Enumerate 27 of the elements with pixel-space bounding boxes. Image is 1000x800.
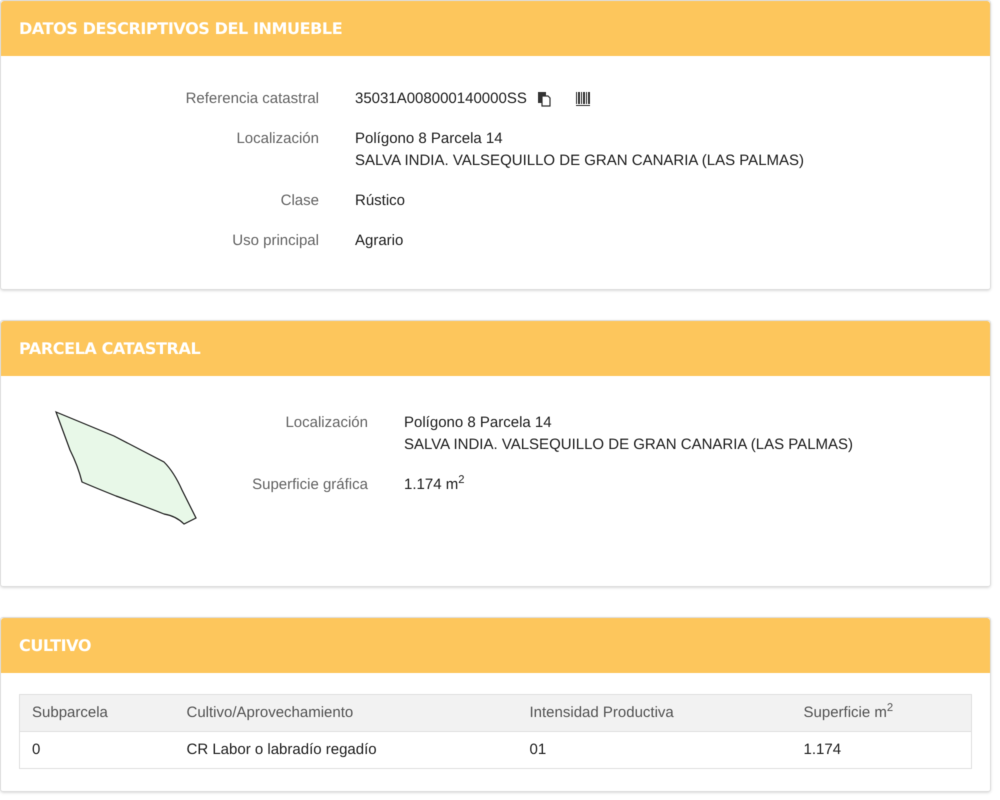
field-value: SALVA INDIA. VALSEQUILLO DE GRAN CANARIA (LAS PALMAS) <box>404 435 854 455</box>
field-label: Superficie gráfica <box>251 475 368 495</box>
field-label: Referencia catastral <box>184 89 319 109</box>
panel-title: CULTIVO <box>19 634 92 656</box>
field-label: Localización <box>235 129 319 149</box>
field-value: 35031A008000140000SS <box>355 89 527 109</box>
table-cell: 0 <box>20 732 174 768</box>
barcode-icon[interactable] <box>574 91 591 107</box>
panel-title: DATOS DESCRIPTIVOS DEL INMUEBLE <box>19 18 342 40</box>
column-header: Superficie m$^{2}$ <box>792 694 972 732</box>
column-header: Cultivo/Aprovechamiento <box>174 694 518 732</box>
field-value: Rústico <box>355 191 406 211</box>
panel-title: PARCELA CATASTRAL <box>19 338 200 360</box>
field-label: Localización <box>284 413 368 433</box>
field-value: Polígono 8 Parcela 14 <box>355 129 503 149</box>
table-cell: CR Labor o labradío regadío <box>174 732 518 768</box>
table-cell: 1.174 <box>792 732 972 768</box>
field-label: Clase <box>280 191 319 211</box>
field-value: Agrario <box>355 231 404 251</box>
field-value: SALVA INDIA. VALSEQUILLO DE GRAN CANARIA (LAS PALMAS) <box>355 151 804 171</box>
field-value: 1.174 m$^{2}$ <box>404 474 464 495</box>
column-header: Intensidad Productiva <box>518 694 792 732</box>
field-label: Uso principal <box>231 231 319 251</box>
field-value: Polígono 8 Parcela 14 <box>404 413 552 433</box>
table-cell: 01 <box>518 732 792 768</box>
column-header: Subparcela <box>20 694 174 732</box>
copy-icon[interactable] <box>536 91 551 107</box>
